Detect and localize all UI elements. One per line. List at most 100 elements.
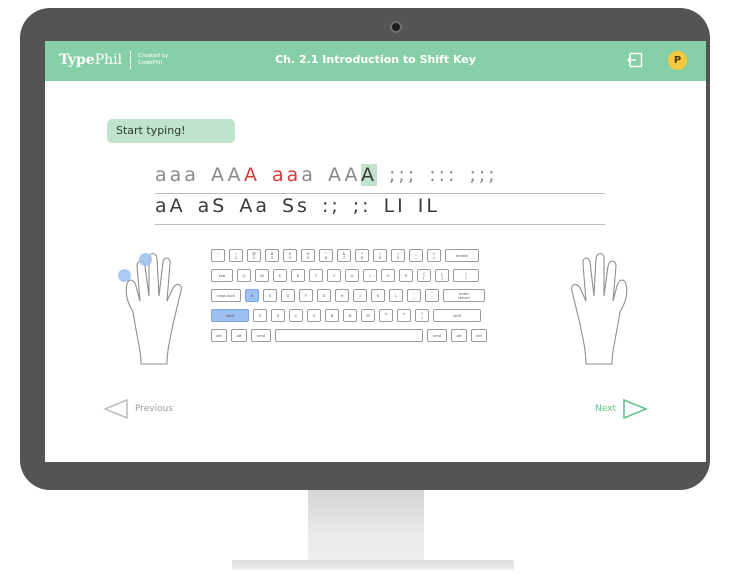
- word-text: aa: [272, 164, 302, 186]
- word-text: AA: [210, 164, 244, 186]
- key-k: K: [371, 289, 385, 302]
- key-0: ) 0: [391, 249, 405, 262]
- key-f: F: [299, 289, 313, 302]
- key-1: ! 1: [229, 249, 243, 262]
- typing-word: AAA: [211, 164, 260, 186]
- typing-word: ;;;: [469, 164, 497, 186]
- key-o: O: [381, 269, 395, 282]
- key-q: Q: [237, 269, 251, 282]
- key-symbol: <,: [379, 309, 393, 322]
- typing-word: Ss: [282, 195, 310, 217]
- typing-line-1: aaa AAA aaa AAA;;;:::;;;: [155, 164, 605, 194]
- key-d: D: [281, 289, 295, 302]
- key-2: @2: [247, 249, 261, 262]
- user-avatar[interactable]: P: [668, 51, 687, 70]
- start-typing-prompt: Start typing!: [107, 119, 235, 143]
- chapter-title: Ch. 2.1 Introduction to Shift Key: [275, 53, 476, 66]
- key-cmd: cmd: [251, 329, 271, 342]
- key-4: $4: [283, 249, 297, 262]
- key-s: S: [263, 289, 277, 302]
- key-m: M: [361, 309, 375, 322]
- key-n: N: [343, 309, 357, 322]
- key-alt: alt: [231, 329, 247, 342]
- word-text: :::: [429, 164, 458, 186]
- monitor-stand: [308, 490, 424, 560]
- key-enterreturn: enter return: [443, 289, 485, 302]
- word-text: ;;;: [469, 164, 498, 186]
- key-r: R: [291, 269, 305, 282]
- key-i: I: [363, 269, 377, 282]
- exit-icon[interactable]: [627, 52, 643, 68]
- key-symbol: ? /: [415, 309, 429, 322]
- typing-word: aS: [197, 195, 228, 217]
- word-text: AA: [327, 164, 362, 186]
- key-cmd: cmd: [427, 329, 447, 342]
- key-shift: shift: [211, 309, 249, 322]
- key-symbol: :;: [407, 289, 421, 302]
- key-space: [275, 329, 423, 342]
- word-suffix: a: [301, 164, 316, 186]
- key-w: W: [255, 269, 269, 282]
- key-delete: delete: [445, 249, 479, 262]
- key-g: G: [317, 289, 331, 302]
- key-tab: tab: [211, 269, 233, 282]
- key-symbol: + =: [427, 249, 441, 262]
- key-z: Z: [253, 309, 267, 322]
- key-a: A: [245, 289, 259, 302]
- typing-word: Aa: [239, 195, 270, 217]
- app-screen: Type Phil Created by CodePhil Ch. 2.1 Int…: [45, 41, 706, 462]
- key-shift: shift: [433, 309, 481, 322]
- key-u: U: [345, 269, 359, 282]
- key-alt: alt: [451, 329, 467, 342]
- key-t: T: [309, 269, 323, 282]
- key-h: H: [335, 289, 349, 302]
- key-j: J: [353, 289, 367, 302]
- monitor-base: [232, 560, 514, 570]
- key-b: B: [325, 309, 339, 322]
- virtual-keyboard: ~ ` ! 1 @2 #3 $4 % 5 ^ 6 & 7 * 8 (9) 0 _ - + = delete tab Q W E R T…: [211, 249, 538, 357]
- typing-word: ;:: [352, 195, 372, 217]
- word-text: aaa: [155, 164, 199, 186]
- typing-word: aaa: [155, 164, 199, 186]
- key-x: X: [271, 309, 285, 322]
- next-button[interactable]: Next: [595, 398, 648, 420]
- error-char: A: [244, 164, 260, 186]
- typing-word: :::: [429, 164, 457, 186]
- key-v: V: [307, 309, 321, 322]
- right-hand-icon: [571, 252, 628, 365]
- key-c: C: [289, 309, 303, 322]
- previous-button[interactable]: Previous: [103, 398, 173, 420]
- key-capslock: caps lock: [211, 289, 241, 302]
- key-symbol: >.: [397, 309, 411, 322]
- next-label: Next: [595, 404, 616, 414]
- left-pinky-finger-dot: [118, 269, 131, 282]
- app-header: Type Phil Created by CodePhil Ch. 2.1 Int…: [45, 41, 706, 81]
- previous-label: Previous: [135, 404, 174, 414]
- key-p: P: [399, 269, 413, 282]
- key-symbol: _ -: [409, 249, 423, 262]
- previous-arrow-icon: [103, 398, 128, 420]
- current-char: A: [361, 164, 378, 186]
- key-symbol: | \: [453, 269, 479, 282]
- key-7: & 7: [337, 249, 351, 262]
- key-8: * 8: [355, 249, 369, 262]
- key-e: E: [273, 269, 287, 282]
- key-l: L: [389, 289, 403, 302]
- typing-word: AAA: [327, 164, 378, 186]
- typing-word: aA: [155, 195, 186, 217]
- key-symbol: ~ `: [211, 249, 225, 262]
- typing-line-2: aA aS Aa Ss:;;: LI IL: [155, 195, 605, 225]
- webcam: [390, 21, 402, 33]
- key-ctrl: ctrl: [471, 329, 487, 342]
- key-ctrl: ctrl: [211, 329, 227, 342]
- key-symbol: " ': [425, 289, 439, 302]
- left-hand-icon: [125, 252, 182, 365]
- typing-word: :;: [321, 195, 341, 217]
- key-symbol: {[: [417, 269, 431, 282]
- left-ring-finger-dot: [139, 253, 152, 266]
- key-symbol: }]: [435, 269, 449, 282]
- key-5: % 5: [301, 249, 315, 262]
- key-9: (9: [373, 249, 387, 262]
- typing-word: LI: [383, 195, 406, 217]
- typing-word: IL: [417, 195, 440, 217]
